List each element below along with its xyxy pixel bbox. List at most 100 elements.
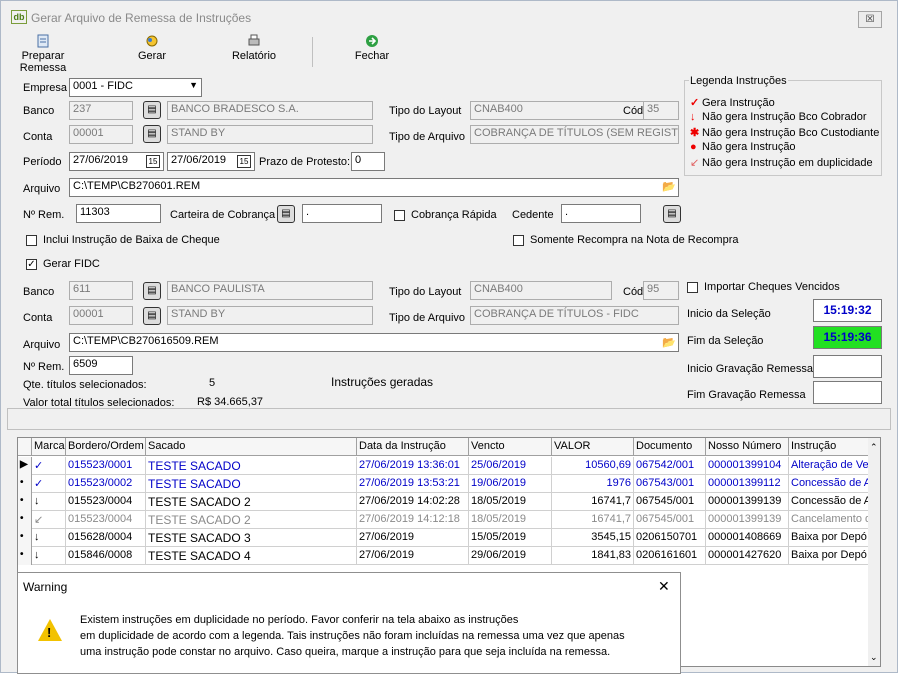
nrem2-field[interactable]: 6509 — [69, 356, 133, 375]
data-cell: 27/06/2019 13:53:21 — [357, 475, 469, 493]
carteira-field[interactable]: . — [302, 204, 382, 223]
calendar-icon[interactable]: 15 — [237, 155, 251, 168]
tipo-arquivo-label: Tipo de Arquivo — [389, 131, 466, 143]
banco2-code-field: 611 — [69, 281, 133, 300]
dialog-message-line: em duplicidade de acordo com a legenda. … — [80, 630, 625, 642]
marca-cell[interactable]: ↙ — [32, 511, 66, 529]
carteira-lookup-button[interactable]: ▤ — [277, 205, 295, 223]
prazo-protesto-label: Prazo de Protesto: — [259, 156, 351, 168]
fechar-button[interactable]: Fechar — [352, 34, 392, 70]
col-header-data[interactable]: Data da Instrução — [357, 438, 469, 456]
tipo-arquivo2-field: COBRANÇA DE TÍTULOS - FIDC — [470, 306, 679, 325]
valor-cell: 10560,69 — [552, 457, 634, 475]
search-lookup-icon: ▤ — [281, 208, 291, 219]
arquivo2-field[interactable]: C:\TEMP\CB270616509.REM — [69, 333, 679, 352]
check-icon: ✓ — [690, 97, 700, 109]
warning-exclamation-icon: ! — [47, 625, 52, 640]
exit-arrow-icon — [366, 35, 378, 47]
tipo-arquivo2-label: Tipo de Arquivo — [389, 312, 466, 324]
banco2-lookup-button[interactable]: ▤ — [143, 282, 161, 300]
col-header-vencto[interactable]: Vencto — [469, 438, 552, 456]
conta2-lookup-button[interactable]: ▤ — [143, 307, 161, 325]
preparar-remessa-label: Preparar Remessa — [19, 50, 67, 74]
window-title: Gerar Arquivo de Remessa de Instruções — [31, 11, 252, 25]
table-row[interactable]: • ↓ 015628/0004 TESTE SACADO 3 27/06/201… — [18, 529, 868, 547]
gerar-fidc-label: Gerar FIDC — [43, 258, 100, 270]
valor-cell: 3545,15 — [552, 529, 634, 547]
table-row[interactable]: • ↓ 015523/0004 TESTE SACADO 2 27/06/201… — [18, 493, 868, 511]
inclui-baixa-cheque-checkbox[interactable] — [26, 235, 37, 246]
legend-item: ↙ Não gera Instrução em duplicidade — [690, 157, 873, 169]
row-indicator-header — [18, 438, 32, 456]
table-row[interactable]: • ↙ 015523/0004 TESTE SACADO 2 27/06/201… — [18, 511, 868, 529]
open-folder-icon[interactable]: 📂 — [661, 336, 677, 350]
col-header-marca[interactable]: Marca — [32, 438, 66, 456]
gerar-button[interactable]: Gerar — [134, 34, 170, 70]
col-header-bordero[interactable]: Bordero/Ordem — [66, 438, 146, 456]
inicio-selecao-value: 15:19:32 — [813, 299, 882, 322]
arquivo-field[interactable]: C:\TEMP\CB270601.REM — [69, 178, 679, 197]
marca-cell[interactable]: ↓ — [32, 493, 66, 511]
instrucao-cell: Baixa por Depó — [791, 549, 867, 561]
data-cell: 27/06/2019 — [357, 547, 469, 565]
marca-cell[interactable]: ↓ — [32, 547, 66, 565]
marca-cell[interactable]: ✓ — [32, 457, 66, 475]
relatorio-button[interactable]: Relatório — [230, 34, 278, 70]
sacado-cell: TESTE SACADO 3 — [146, 529, 357, 547]
cedente-label: Cedente — [512, 209, 554, 221]
col-header-documento[interactable]: Documento — [634, 438, 706, 456]
bordero-cell: 015846/0008 — [66, 547, 146, 565]
scroll-down-icon[interactable]: ⌄ — [870, 652, 878, 663]
col-header-nosso-numero[interactable]: Nosso Número — [706, 438, 789, 456]
vencto-cell: 25/06/2019 — [469, 457, 552, 475]
scroll-up-icon[interactable]: ⌃ — [870, 442, 878, 453]
close-window-button[interactable]: ☒ — [858, 11, 882, 28]
somente-recompra-checkbox[interactable] — [513, 235, 524, 246]
gerar-fidc-checkbox[interactable]: ✓ — [26, 259, 37, 270]
documento-cell: 0206161601 — [634, 547, 706, 565]
marca-cell[interactable]: ↓ — [32, 529, 66, 547]
marca-cell[interactable]: ✓ — [32, 475, 66, 493]
nosso-numero-cell: 000001399139 — [706, 511, 789, 529]
cobranca-rapida-checkbox[interactable] — [394, 210, 405, 221]
prazo-protesto-field[interactable]: 0 — [351, 152, 385, 171]
dialog-close-button[interactable]: ✕ — [658, 578, 670, 595]
conta2-code-field: 00001 — [69, 306, 133, 325]
calendar-icon[interactable]: 15 — [146, 155, 160, 168]
data-cell: 27/06/2019 14:02:28 — [357, 493, 469, 511]
empresa-select[interactable]: 0001 - FIDC ▼ — [69, 78, 202, 97]
chevron-down-icon: ▼ — [189, 80, 198, 90]
document-icon — [37, 34, 49, 48]
col-header-sacado[interactable]: Sacado — [146, 438, 357, 456]
row-indicator-icon: • — [18, 493, 32, 511]
vencto-cell: 18/05/2019 — [469, 511, 552, 529]
instrucao-cell: Alteração de Ve — [791, 459, 868, 471]
sacado-cell: TESTE SACADO — [146, 475, 357, 493]
legend-item: ✓ Gera Instrução — [690, 97, 775, 109]
importar-cheques-checkbox[interactable] — [687, 282, 698, 293]
valor-cell: 16741,7 — [552, 511, 634, 529]
cedente-lookup-button[interactable]: ▤ — [663, 205, 681, 223]
title-bar: db Gerar Arquivo de Remessa de Instruçõe… — [1, 1, 897, 31]
instrucoes-geradas-label: Instruções geradas — [331, 375, 434, 389]
col-header-valor[interactable]: VALOR — [552, 438, 634, 456]
main-window: db Gerar Arquivo de Remessa de Instruçõe… — [0, 0, 898, 674]
table-row[interactable]: ▶ ✓ 015523/0001 TESTE SACADO 27/06/2019 … — [18, 457, 868, 475]
gear-generate-icon — [146, 35, 158, 47]
legend-title: Legenda Instruções — [689, 75, 788, 87]
banco-lookup-button[interactable]: ▤ — [143, 101, 161, 119]
fim-gravacao-field — [813, 381, 882, 404]
nrem-label: Nº Rem. — [23, 209, 65, 221]
search-lookup-icon: ▤ — [147, 310, 157, 321]
cedente-field[interactable]: . — [561, 204, 641, 223]
vertical-scrollbar[interactable]: ⌃ ⌄ — [868, 438, 880, 666]
col-header-instrucao[interactable]: Instrução — [789, 438, 868, 456]
conta-lookup-button[interactable]: ▤ — [143, 125, 161, 143]
inicio-gravacao-field — [813, 355, 882, 378]
table-row[interactable]: • ✓ 015523/0002 TESTE SACADO 27/06/2019 … — [18, 475, 868, 493]
preparar-remessa-button[interactable]: Preparar Remessa — [7, 34, 79, 74]
nrem-field[interactable]: 11303 — [76, 204, 161, 223]
table-row[interactable]: • ↓ 015846/0008 TESTE SACADO 4 27/06/201… — [18, 547, 868, 565]
open-folder-icon[interactable]: 📂 — [661, 180, 677, 194]
nosso-numero-cell: 000001427620 — [706, 547, 789, 565]
